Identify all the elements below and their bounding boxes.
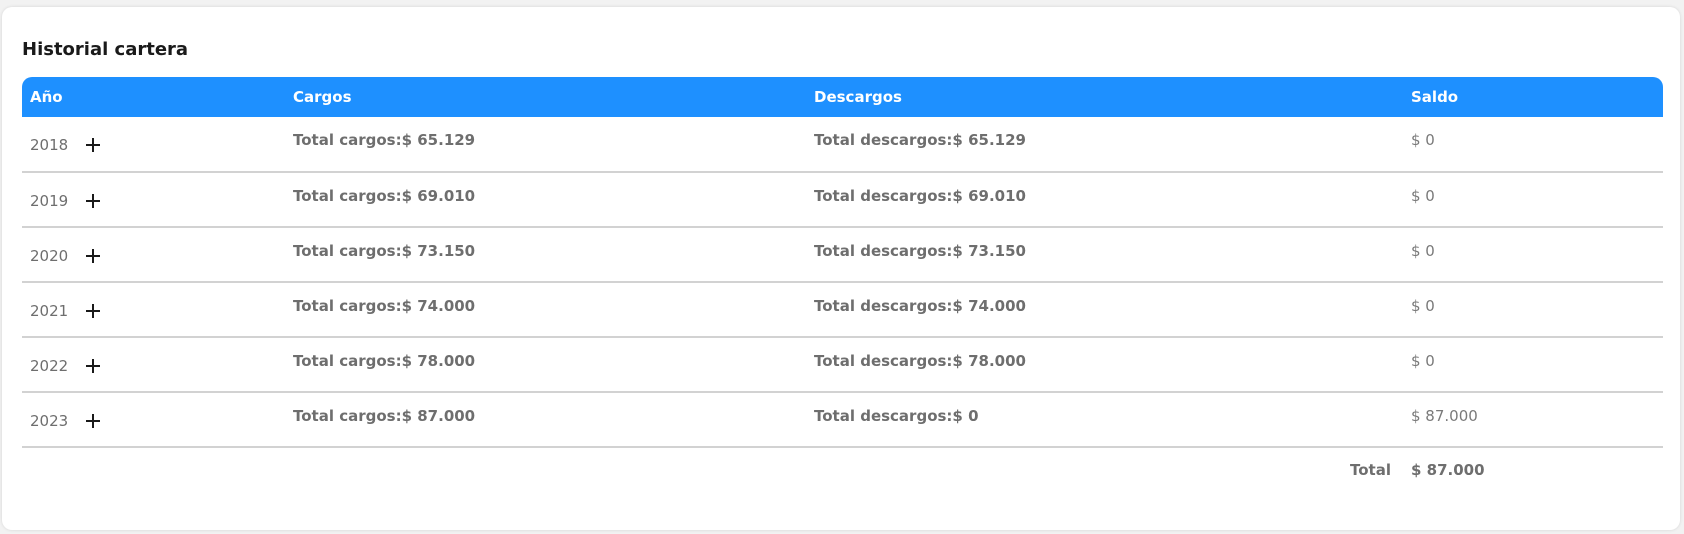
column-header-descargos: Descargos [806,77,1403,117]
row-descargos: Total descargos:$ 69.010 [814,187,1026,205]
row-descargos: Total descargos:$ 78.000 [814,352,1026,370]
table-row: 2023 Total cargos:$ 87.000 Total descarg… [22,392,1663,448]
row-cargos: Total cargos:$ 69.010 [293,187,476,205]
portfolio-history-table: Año Cargos Descargos Saldo 2018 Total ca… [22,77,1663,492]
row-year: 2018 [30,136,69,154]
plus-icon[interactable] [86,359,101,373]
plus-icon[interactable] [86,304,101,318]
row-cargos: Total cargos:$ 65.129 [293,131,476,149]
row-year: 2023 [30,412,69,430]
row-cargos: Total cargos:$ 87.000 [293,407,476,425]
row-year: 2020 [30,247,69,265]
column-header-year: Año [22,77,285,117]
row-saldo: $ 0 [1411,242,1435,260]
plus-icon[interactable] [86,138,101,152]
total-label: Total [1350,461,1391,479]
plus-icon[interactable] [86,194,101,208]
column-header-cargos: Cargos [285,77,806,117]
row-saldo: $ 0 [1411,187,1435,205]
total-value: $ 87.000 [1411,461,1485,479]
row-saldo: $ 0 [1411,297,1435,315]
row-cargos: Total cargos:$ 74.000 [293,297,476,315]
total-row: Total $ 87.000 [22,447,1663,492]
row-saldo: $ 0 [1411,352,1435,370]
row-saldo: $ 87.000 [1411,407,1478,425]
table-row: 2021 Total cargos:$ 74.000 Total descarg… [22,282,1663,338]
column-header-saldo: Saldo [1403,77,1663,117]
table-row: 2020 Total cargos:$ 73.150 Total descarg… [22,227,1663,283]
row-saldo: $ 0 [1411,131,1435,149]
row-year: 2021 [30,302,69,320]
row-year: 2022 [30,357,69,375]
row-cargos: Total cargos:$ 78.000 [293,352,476,370]
plus-icon[interactable] [86,414,101,428]
table-row: 2018 Total cargos:$ 65.129 Total descarg… [22,117,1663,173]
table-row: 2019 Total cargos:$ 69.010 Total descarg… [22,172,1663,228]
portfolio-history-card: Historial cartera Año Cargos Descargos S… [2,7,1680,530]
table-header: Año Cargos Descargos Saldo [22,77,1663,117]
table-row: 2022 Total cargos:$ 78.000 Total descarg… [22,337,1663,393]
row-descargos: Total descargos:$ 0 [814,407,979,425]
plus-icon[interactable] [86,249,101,263]
row-cargos: Total cargos:$ 73.150 [293,242,476,260]
row-year: 2019 [30,192,69,210]
row-descargos: Total descargos:$ 74.000 [814,297,1026,315]
row-descargos: Total descargos:$ 73.150 [814,242,1026,260]
row-descargos: Total descargos:$ 65.129 [814,131,1026,149]
page-title: Historial cartera [22,39,189,60]
